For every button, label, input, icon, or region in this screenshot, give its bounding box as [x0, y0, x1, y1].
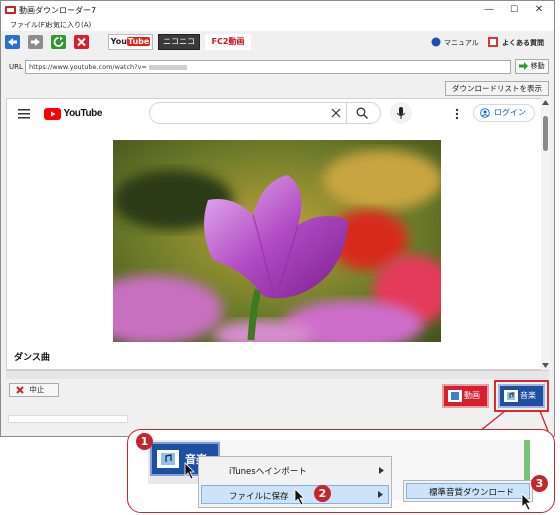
- save-to-file-label: ファイルに保存: [229, 492, 289, 502]
- menu-item-itunes-import[interactable]: iTunesへインポート: [229, 465, 307, 477]
- music-film-icon: [157, 450, 179, 468]
- instruction-callout: 音楽 1 iTunesへインポート ファイルに保存 2 標準音質ダウンロード 3: [127, 429, 555, 513]
- mouse-cursor-icon: [294, 488, 305, 506]
- step-badge-1: 1: [136, 433, 153, 450]
- menu-item-standard-quality[interactable]: 標準音質ダウンロード: [406, 483, 530, 499]
- submenu-arrow-icon: [379, 467, 384, 474]
- step-badge-2: 2: [314, 485, 331, 502]
- mouse-cursor-icon: [521, 493, 532, 511]
- mouse-cursor-icon: [184, 462, 195, 480]
- submenu: 標準音質ダウンロード: [403, 480, 533, 502]
- submenu-arrow-icon: [378, 491, 383, 498]
- step-badge-3: 3: [531, 475, 548, 492]
- standard-quality-label: 標準音質ダウンロード: [429, 488, 515, 498]
